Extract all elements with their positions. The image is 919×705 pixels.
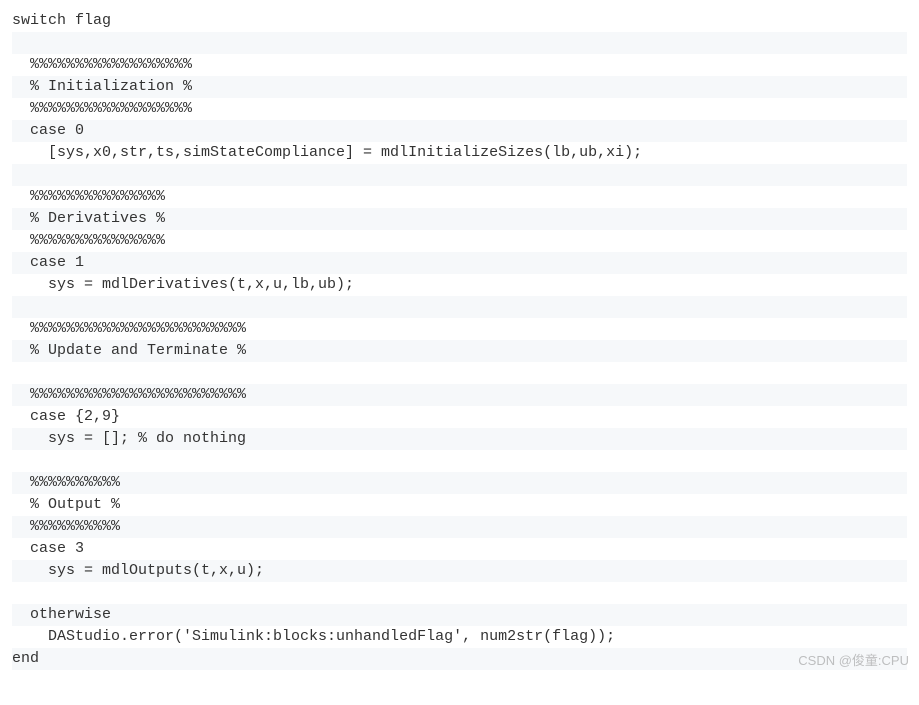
code-line: otherwise	[12, 604, 907, 626]
code-line	[12, 582, 907, 604]
code-line: %%%%%%%%%%%%%%%%%%	[12, 98, 907, 120]
code-line: sys = mdlDerivatives(t,x,u,lb,ub);	[12, 274, 907, 296]
code-line: case 0	[12, 120, 907, 142]
code-line: %%%%%%%%%%%%%%%	[12, 230, 907, 252]
code-line	[12, 164, 907, 186]
code-line: %%%%%%%%%%	[12, 516, 907, 538]
code-line: sys = mdlOutputs(t,x,u);	[12, 560, 907, 582]
code-line: end	[12, 648, 907, 670]
code-line: case 1	[12, 252, 907, 274]
code-line: [sys,x0,str,ts,simStateCompliance] = mdl…	[12, 142, 907, 164]
code-line: % Output %	[12, 494, 907, 516]
code-line: %%%%%%%%%%%%%%%%%%%%%%%%	[12, 318, 907, 340]
code-line	[12, 362, 907, 384]
code-block: switch flag %%%%%%%%%%%%%%%%%% % Initial…	[0, 0, 919, 678]
code-line: sys = []; % do nothing	[12, 428, 907, 450]
code-line: %%%%%%%%%%	[12, 472, 907, 494]
code-line	[12, 296, 907, 318]
code-line: %%%%%%%%%%%%%%%%%%%%%%%%	[12, 384, 907, 406]
code-line: %%%%%%%%%%%%%%%%%%	[12, 54, 907, 76]
code-line: case {2,9}	[12, 406, 907, 428]
code-line: %%%%%%%%%%%%%%%	[12, 186, 907, 208]
code-line: % Update and Terminate %	[12, 340, 907, 362]
code-line: case 3	[12, 538, 907, 560]
code-line	[12, 32, 907, 54]
code-line: % Initialization %	[12, 76, 907, 98]
code-line	[12, 450, 907, 472]
code-line: DAStudio.error('Simulink:blocks:unhandle…	[12, 626, 907, 648]
code-line: switch flag	[12, 10, 907, 32]
code-line: % Derivatives %	[12, 208, 907, 230]
